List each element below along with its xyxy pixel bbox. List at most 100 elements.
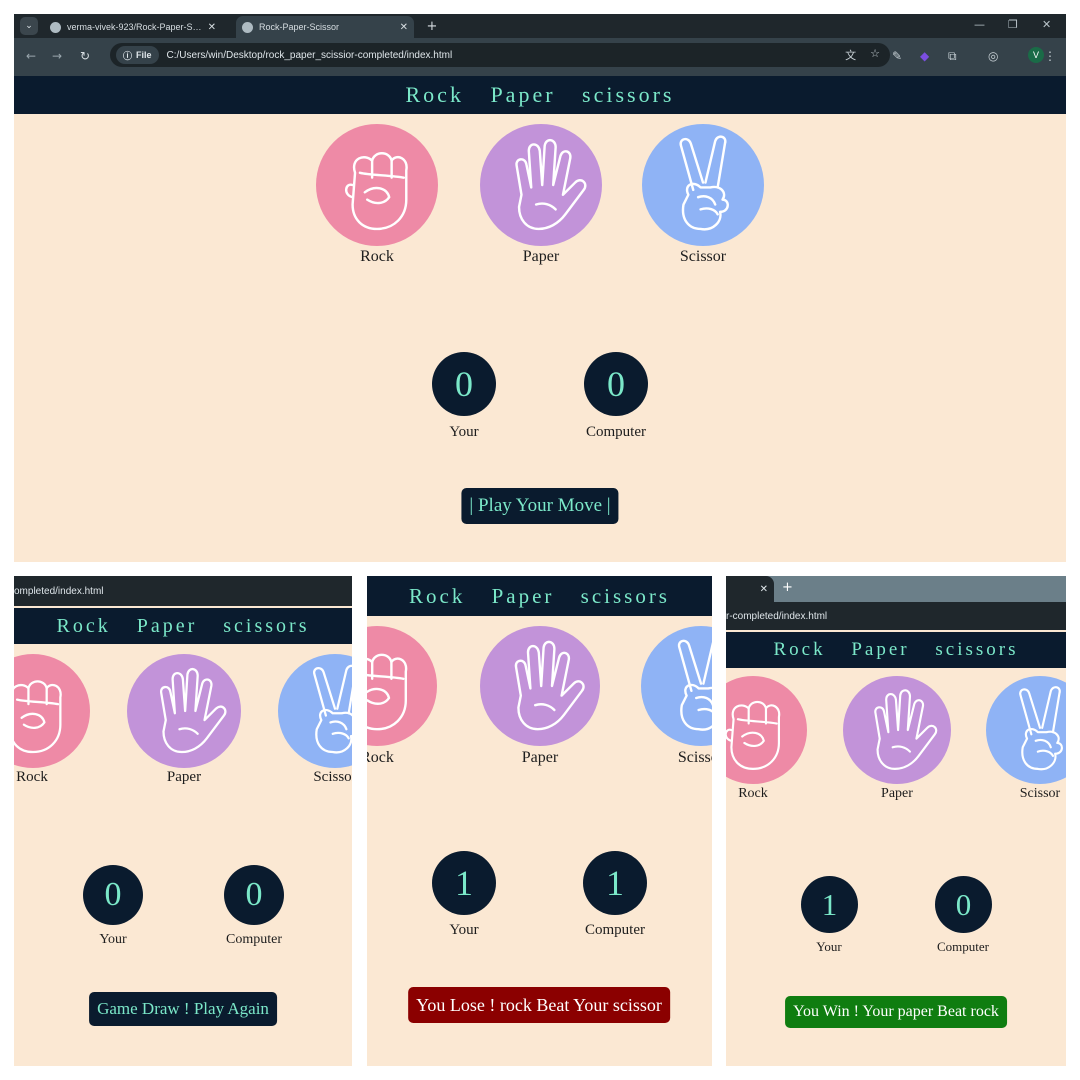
forward-icon[interactable]: → bbox=[52, 49, 62, 63]
extension-gem-icon[interactable]: ◆ bbox=[920, 49, 929, 63]
profile-avatar[interactable]: V bbox=[1028, 47, 1044, 63]
choice-scissor[interactable] bbox=[986, 676, 1066, 784]
choice-label-rock: Rock bbox=[367, 749, 394, 766]
back-icon[interactable]: ← bbox=[26, 49, 36, 63]
new-tab-icon[interactable]: + bbox=[782, 580, 793, 595]
browser-tab-active[interactable]: Rock-Paper-Scissor ✕ bbox=[236, 16, 414, 38]
computer-score-label: Computer bbox=[937, 939, 989, 954]
browser-tab-strip: ✕ + bbox=[726, 576, 1066, 602]
choice-paper[interactable] bbox=[480, 124, 602, 246]
profile-sync-icon[interactable]: ◎ bbox=[988, 49, 998, 63]
choice-paper[interactable] bbox=[843, 676, 951, 784]
window-close-icon[interactable]: ✕ bbox=[1042, 18, 1051, 31]
choice-scissor[interactable] bbox=[642, 124, 764, 246]
page-title: Rock Paper scissors bbox=[405, 82, 675, 107]
screenshot-draw: ompleted/index.html Rock Paper scissors … bbox=[14, 576, 352, 1066]
user-score-label: Your bbox=[449, 922, 479, 938]
restore-icon[interactable]: ❐ bbox=[1008, 18, 1018, 31]
close-icon[interactable]: ✕ bbox=[400, 22, 408, 33]
choice-label-rock: Rock bbox=[16, 769, 48, 785]
result-message: | Play Your Move | bbox=[461, 488, 619, 524]
choice-label-scissor: Scissor bbox=[313, 769, 352, 785]
globe-icon bbox=[242, 21, 253, 33]
user-score-label: Your bbox=[449, 424, 479, 440]
choice-label-scissor: Scissor bbox=[1019, 786, 1061, 801]
url-text: C:/Users/win/Desktop/rock_paper_scissior… bbox=[166, 49, 453, 61]
page-title: Rock Paper scissors bbox=[56, 614, 310, 637]
browser-tab-strip: ⌄ verma-vivek-923/Rock-Paper-Scissor ✕ R… bbox=[14, 14, 1066, 38]
eyedropper-icon[interactable]: ✎ bbox=[892, 49, 902, 63]
fist-icon bbox=[367, 626, 437, 746]
choice-label-paper: Paper bbox=[166, 769, 202, 785]
victory-hand-icon bbox=[986, 676, 1066, 784]
address-bar-fragment: r-completed/index.html bbox=[726, 602, 1066, 630]
url-text: ompleted/index.html bbox=[14, 585, 104, 597]
app-header: Rock Paper scissors bbox=[367, 576, 712, 616]
choice-label-scissor: Scissor bbox=[679, 248, 727, 265]
bookmark-star-icon[interactable]: ☆ bbox=[870, 47, 880, 63]
translate-icon[interactable]: 文 bbox=[845, 47, 856, 63]
computer-score-label: Computer bbox=[226, 932, 282, 947]
user-score-label: Your bbox=[99, 932, 127, 947]
choice-rock[interactable] bbox=[14, 654, 90, 768]
computer-score: 0 bbox=[584, 352, 648, 416]
reload-icon[interactable]: ↻ bbox=[80, 49, 90, 63]
app-header: Rock Paper scissors bbox=[726, 632, 1066, 668]
file-label: File bbox=[136, 50, 152, 60]
close-icon[interactable]: ✕ bbox=[208, 22, 216, 33]
screenshot-win: ✕ + r-completed/index.html Rock Paper sc… bbox=[726, 576, 1066, 1066]
choice-label-paper: Paper bbox=[881, 786, 913, 801]
fist-icon bbox=[316, 124, 438, 246]
computer-score-label: Computer bbox=[585, 922, 645, 938]
site-info-chip[interactable]: ⓘ File bbox=[116, 46, 159, 64]
user-score: 0 bbox=[83, 865, 143, 925]
address-toolbar: ← → ↻ ⓘ File C:/Users/win/Desktop/rock_p… bbox=[14, 38, 1066, 76]
choice-rock[interactable] bbox=[726, 676, 807, 784]
screenshot-lose: Rock Paper scissors Rock Paper Scissor 1… bbox=[367, 576, 712, 1066]
victory-hand-icon bbox=[641, 626, 712, 746]
app-header: Rock Paper scissors bbox=[14, 76, 1066, 114]
tab-title: verma-vivek-923/Rock-Paper-Scissor bbox=[67, 22, 204, 32]
choice-scissor[interactable] bbox=[641, 626, 712, 746]
computer-score-label: Computer bbox=[586, 424, 646, 440]
user-score: 0 bbox=[432, 352, 496, 416]
choice-scissor[interactable] bbox=[278, 654, 352, 768]
info-icon: ⓘ bbox=[123, 50, 133, 61]
result-message: You Win ! Your paper Beat rock bbox=[785, 996, 1007, 1028]
computer-score: 0 bbox=[224, 865, 284, 925]
close-icon[interactable]: ✕ bbox=[726, 576, 774, 602]
url-text: r-completed/index.html bbox=[726, 610, 828, 622]
open-hand-icon bbox=[127, 654, 241, 768]
open-hand-icon bbox=[480, 124, 602, 246]
choice-label-paper: Paper bbox=[522, 248, 560, 265]
user-score: 1 bbox=[432, 851, 496, 915]
address-bar-fragment: ompleted/index.html bbox=[14, 576, 352, 606]
screenshot-main: ⌄ verma-vivek-923/Rock-Paper-Scissor ✕ R… bbox=[14, 14, 1066, 562]
address-bar[interactable]: ⓘ File C:/Users/win/Desktop/rock_paper_s… bbox=[110, 43, 890, 67]
app-header: Rock Paper scissors bbox=[14, 608, 352, 644]
computer-score: 0 bbox=[935, 876, 992, 933]
tab-title: Rock-Paper-Scissor bbox=[259, 22, 340, 32]
result-message: Game Draw ! Play Again bbox=[89, 992, 277, 1026]
user-score-label: Your bbox=[816, 939, 842, 954]
victory-hand-icon bbox=[278, 654, 352, 768]
page-title: Rock Paper scissors bbox=[773, 639, 1019, 660]
extensions-puzzle-icon[interactable]: ⧉ bbox=[948, 49, 957, 64]
page-title: Rock Paper scissors bbox=[409, 583, 670, 608]
choice-paper[interactable] bbox=[127, 654, 241, 768]
user-score: 1 bbox=[801, 876, 858, 933]
browser-tab-github[interactable]: verma-vivek-923/Rock-Paper-Scissor ✕ bbox=[44, 16, 222, 38]
fist-icon bbox=[14, 654, 90, 768]
choice-rock[interactable] bbox=[316, 124, 438, 246]
choice-label-rock: Rock bbox=[360, 248, 394, 265]
choice-paper[interactable] bbox=[480, 626, 600, 746]
victory-hand-icon bbox=[642, 124, 764, 246]
minimize-icon[interactable]: — bbox=[974, 18, 985, 31]
menu-kebab-icon[interactable]: ⋮ bbox=[1044, 49, 1056, 63]
choice-rock[interactable] bbox=[367, 626, 437, 746]
computer-score: 1 bbox=[583, 851, 647, 915]
tab-search-icon[interactable]: ⌄ bbox=[20, 17, 38, 35]
fist-icon bbox=[726, 676, 807, 784]
open-hand-icon bbox=[480, 626, 600, 746]
new-tab-icon[interactable]: + bbox=[424, 16, 440, 36]
